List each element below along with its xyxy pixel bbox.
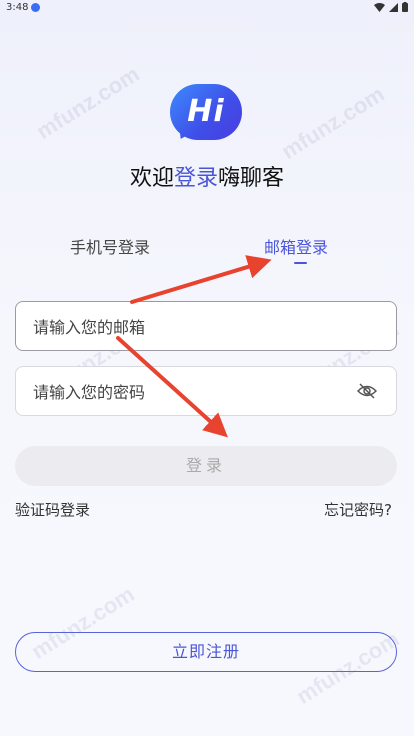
status-time: 3:48 [6, 2, 29, 13]
welcome-prefix: 欢迎 [129, 166, 174, 191]
welcome-app-name: 嗨聊客 [218, 166, 285, 191]
wifi-icon [374, 2, 385, 12]
forgot-password-link[interactable]: 忘记密码? [324, 499, 392, 520]
logo-text: Hi [187, 94, 225, 129]
status-bar: 3:48 [0, 0, 414, 16]
active-tab-indicator [294, 262, 307, 264]
password-field[interactable]: 请输入您的密码 [15, 366, 397, 416]
welcome-accent: 登录 [173, 166, 218, 191]
welcome-title: 欢迎登录嗨聊客 [0, 160, 414, 192]
signal-icon [389, 2, 398, 12]
login-screen: 3:48 mfunz.com mfunz.com mfunz.com mfunz… [0, 0, 414, 736]
eye-off-icon[interactable] [357, 383, 377, 399]
tab-email-login[interactable]: 邮箱登录 [264, 234, 328, 258]
status-icons [374, 2, 408, 12]
sms-login-link[interactable]: 验证码登录 [15, 499, 90, 520]
tab-phone-login[interactable]: 手机号登录 [70, 234, 150, 258]
watermark: mfunz.com [31, 61, 144, 144]
battery-icon [402, 2, 408, 12]
password-placeholder: 请输入您的密码 [33, 383, 146, 402]
app-logo: Hi [170, 84, 242, 144]
email-placeholder: 请输入您的邮箱 [33, 318, 146, 337]
notification-icon [31, 3, 40, 12]
login-button[interactable]: 登录 [15, 446, 397, 486]
register-button[interactable]: 立即注册 [15, 632, 397, 672]
arrow-to-email-tab [130, 255, 272, 304]
watermark: mfunz.com [276, 81, 389, 164]
email-field[interactable]: 请输入您的邮箱 [15, 301, 397, 351]
